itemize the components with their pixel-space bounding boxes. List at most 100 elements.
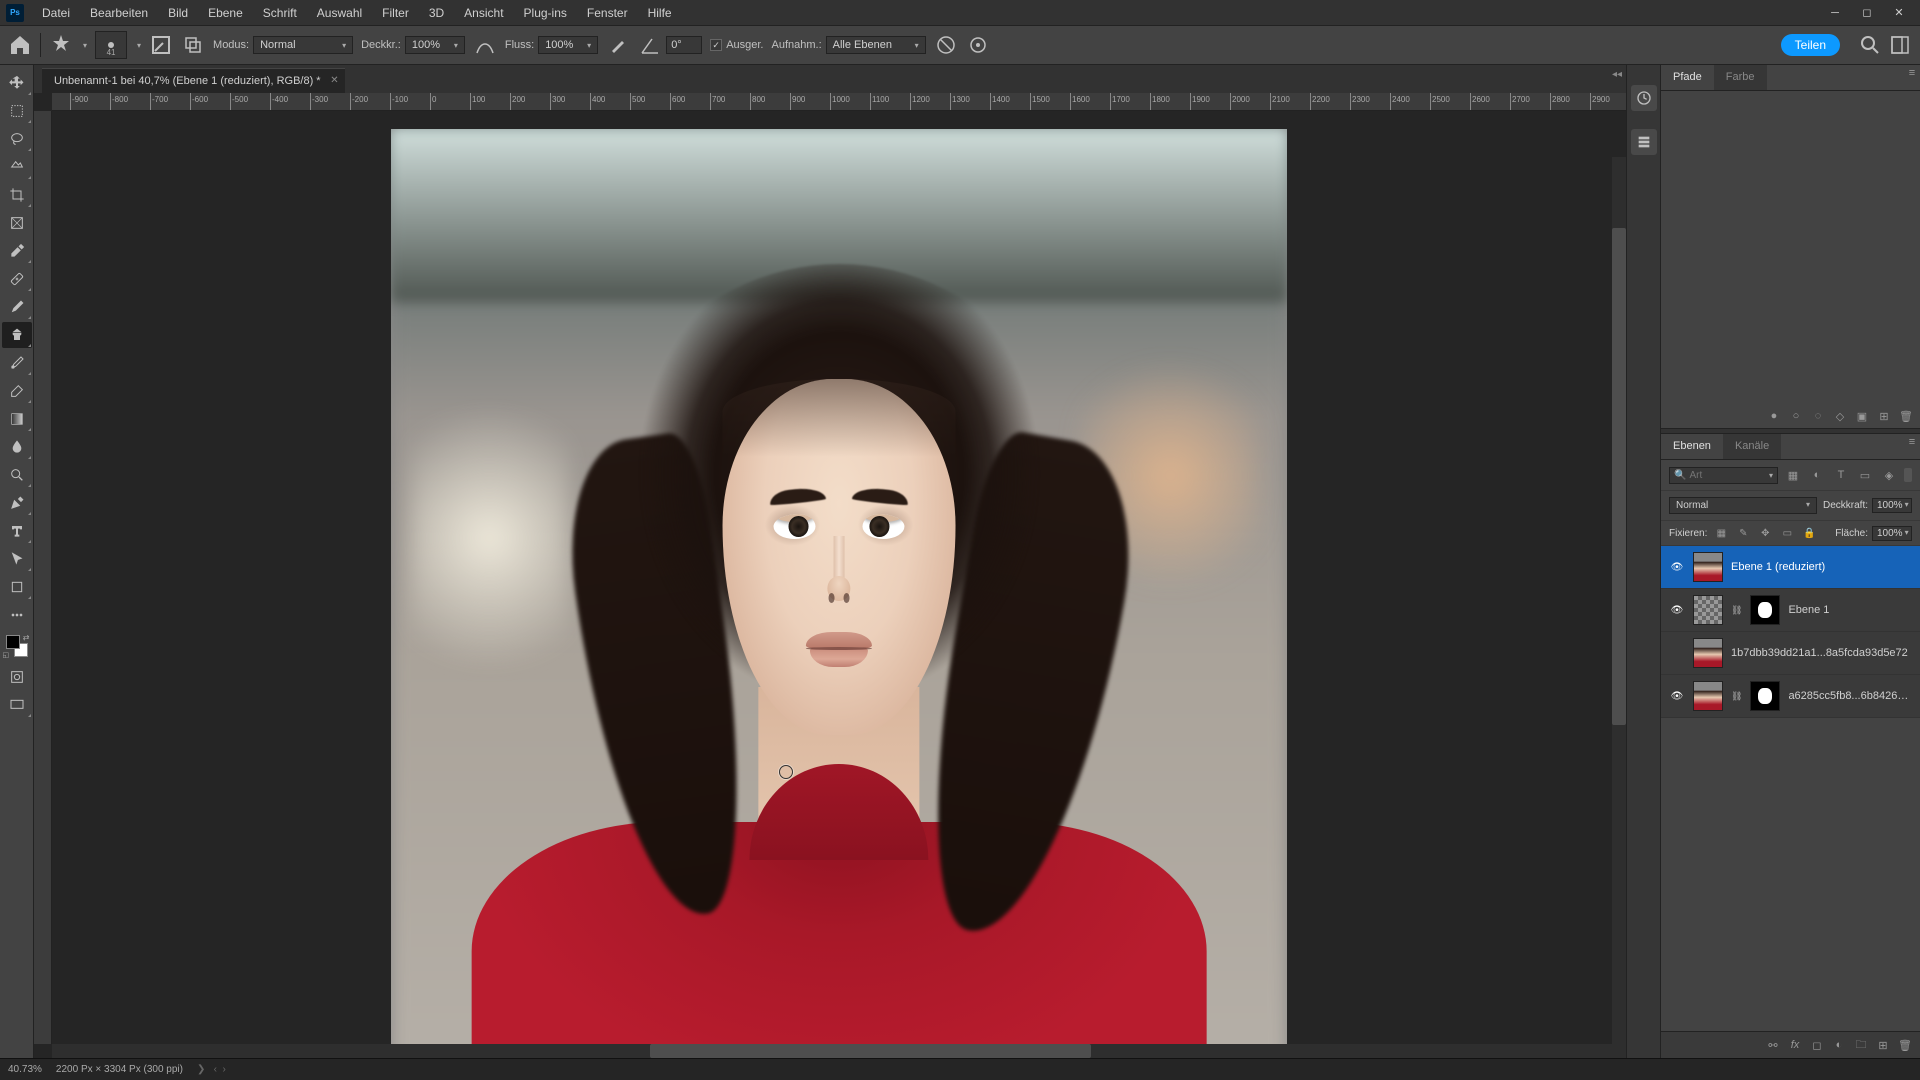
brush-tool[interactable] [2, 294, 32, 320]
link-icon[interactable]: ⛓ [1731, 691, 1742, 702]
menu-3d[interactable]: 3D [421, 2, 452, 24]
layer-name[interactable]: a6285cc5fb8...6b8426d1be7 [1788, 690, 1912, 702]
menu-ansicht[interactable]: Ansicht [456, 2, 511, 24]
sample-select[interactable]: Alle Ebenen▾ [826, 36, 926, 54]
shape-tool[interactable] [2, 574, 32, 600]
airbrush-icon[interactable] [606, 33, 630, 57]
menu-hilfe[interactable]: Hilfe [640, 2, 680, 24]
layer-thumbnail[interactable] [1693, 681, 1723, 711]
aligned-checkbox[interactable] [710, 39, 722, 51]
mode-select[interactable]: Normal▾ [253, 36, 353, 54]
panel-menu-icon[interactable]: ≡ [1904, 434, 1920, 450]
foreground-color[interactable] [6, 635, 20, 649]
quickmask-tool[interactable] [2, 664, 32, 690]
filter-pixel-icon[interactable]: ▦ [1784, 466, 1802, 484]
panel-menu-icon[interactable]: ≡ [1904, 65, 1920, 81]
fill-path-icon[interactable]: ● [1766, 408, 1782, 424]
more-tools[interactable] [2, 602, 32, 628]
fill-value[interactable]: 100%▾ [1872, 526, 1912, 541]
filter-smart-icon[interactable]: ◈ [1880, 466, 1898, 484]
menu-bearbeiten[interactable]: Bearbeiten [82, 2, 156, 24]
ignore-adjustment-icon[interactable] [934, 33, 958, 57]
frame-tool[interactable] [2, 210, 32, 236]
mask-thumbnail[interactable] [1750, 595, 1780, 625]
pressure-size-icon[interactable] [966, 33, 990, 57]
layer-row[interactable]: Ebene 1 (reduziert) [1661, 546, 1920, 589]
menu-bild[interactable]: Bild [160, 2, 196, 24]
path-select-tool[interactable] [2, 546, 32, 572]
layer-thumbnail[interactable] [1693, 638, 1723, 668]
filter-adjustment-icon[interactable]: ◐ [1808, 466, 1826, 484]
canvas[interactable] [391, 129, 1287, 1044]
new-group-icon[interactable]: 🗀 [1852, 1036, 1870, 1054]
layer-thumbnail[interactable] [1693, 552, 1723, 582]
visibility-toggle[interactable] [1669, 602, 1685, 618]
zoom-level[interactable]: 40.73% [8, 1064, 42, 1075]
link-layers-icon[interactable]: ⚯ [1764, 1036, 1782, 1054]
pen-tool[interactable] [2, 490, 32, 516]
gradient-tool[interactable] [2, 406, 32, 432]
layer-row[interactable]: ⛓Ebene 1 [1661, 589, 1920, 632]
delete-layer-icon[interactable]: 🗑 [1896, 1036, 1914, 1054]
type-tool[interactable] [2, 518, 32, 544]
healing-tool[interactable] [2, 266, 32, 292]
canvas-viewport[interactable] [52, 111, 1626, 1044]
visibility-toggle[interactable] [1669, 688, 1685, 704]
eyedropper-tool[interactable] [2, 238, 32, 264]
properties-panel-icon[interactable] [1631, 129, 1657, 155]
scrollbar-horizontal[interactable] [52, 1044, 1626, 1058]
brush-panel-icon[interactable] [149, 33, 173, 57]
menu-datei[interactable]: Datei [34, 2, 78, 24]
collapse-panels-icon[interactable]: ◂◂ [1612, 69, 1622, 80]
marquee-tool[interactable] [2, 98, 32, 124]
new-path-icon[interactable]: ⊞ [1876, 408, 1892, 424]
lock-all-icon[interactable]: 🔒 [1801, 525, 1817, 541]
tab-color[interactable]: Farbe [1714, 65, 1767, 90]
close-button[interactable]: ✕ [1884, 3, 1914, 23]
chevron-down-icon[interactable]: ▾ [83, 41, 87, 50]
menu-fenster[interactable]: Fenster [579, 2, 636, 24]
blend-mode-select[interactable]: Normal▾ [1669, 497, 1817, 514]
workspace-icon[interactable] [1888, 33, 1912, 57]
layer-style-icon[interactable]: fx [1786, 1036, 1804, 1054]
layer-thumbnail[interactable] [1693, 595, 1723, 625]
quick-select-tool[interactable] [2, 154, 32, 180]
layer-row[interactable]: 1b7dbb39dd21a1...8a5fcda93d5e72 [1661, 632, 1920, 675]
layer-search[interactable]: 🔍 ▾ [1669, 467, 1778, 484]
share-button[interactable]: Teilen [1781, 34, 1840, 56]
opacity-field[interactable]: 100%▾ [405, 36, 465, 54]
new-adjustment-icon[interactable]: ◐ [1830, 1036, 1848, 1054]
dodge-tool[interactable] [2, 462, 32, 488]
stroke-path-icon[interactable]: ○ [1788, 408, 1804, 424]
visibility-toggle[interactable] [1669, 559, 1685, 575]
menu-filter[interactable]: Filter [374, 2, 417, 24]
filter-shape-icon[interactable]: ▭ [1856, 466, 1874, 484]
default-colors-icon[interactable]: ◱ [3, 651, 10, 659]
doc-dimensions[interactable]: 2200 Px × 3304 Px (300 ppi) [56, 1064, 183, 1075]
layer-name[interactable]: Ebene 1 [1788, 604, 1912, 616]
layer-name[interactable]: Ebene 1 (reduziert) [1731, 561, 1912, 573]
visibility-toggle[interactable] [1669, 645, 1685, 661]
status-nav-icons[interactable]: ❯ ‹ › [197, 1064, 226, 1075]
new-layer-icon[interactable]: ⊞ [1874, 1036, 1892, 1054]
history-panel-icon[interactable] [1631, 85, 1657, 111]
layer-search-input[interactable] [1689, 470, 1767, 481]
filter-type-icon[interactable]: T [1832, 466, 1850, 484]
maximize-button[interactable]: ◻ [1852, 3, 1882, 23]
close-icon[interactable]: ✕ [330, 75, 338, 86]
minimize-button[interactable]: ─ [1820, 3, 1850, 23]
tab-channels[interactable]: Kanäle [1723, 434, 1781, 459]
opacity-value[interactable]: 100%▾ [1872, 498, 1912, 513]
screenmode-tool[interactable] [2, 692, 32, 718]
add-mask-icon[interactable]: ◻ [1808, 1036, 1826, 1054]
clone-stamp-tool[interactable] [2, 322, 32, 348]
home-icon[interactable] [8, 33, 32, 57]
eraser-tool[interactable] [2, 378, 32, 404]
tab-layers[interactable]: Ebenen [1661, 434, 1723, 459]
ruler-vertical[interactable] [34, 111, 52, 1044]
flow-field[interactable]: 100%▾ [538, 36, 598, 54]
menu-schrift[interactable]: Schrift [255, 2, 305, 24]
crop-tool[interactable] [2, 182, 32, 208]
tool-preset-icon[interactable] [49, 33, 73, 57]
layer-name[interactable]: 1b7dbb39dd21a1...8a5fcda93d5e72 [1731, 647, 1912, 659]
